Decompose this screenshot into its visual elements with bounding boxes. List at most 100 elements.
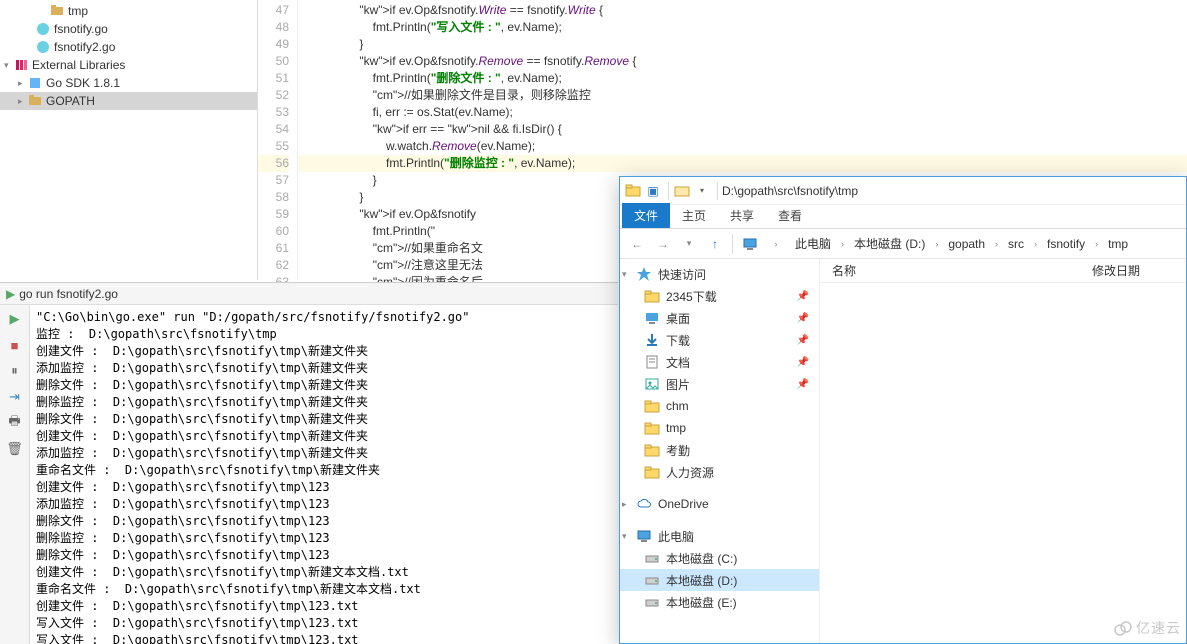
nav-icon [644,594,660,610]
nav-label: tmp [666,421,686,435]
code-line[interactable]: fmt.Println("删除监控 : ", ev.Name); [298,155,1187,172]
nav-icon [644,332,660,348]
navpane-item[interactable]: chm [620,395,819,417]
nav-icon [644,550,660,566]
navpane-item[interactable]: 本地磁盘 (C:) [620,547,819,569]
chevron-right-icon[interactable]: › [931,237,942,251]
console-output[interactable]: "C:\Go\bin\go.exe" run "D:/gopath/src/fs… [30,305,618,644]
pin-icon: 📌 [797,291,809,302]
nav-icon [636,266,652,282]
nav-label: 人力资源 [666,464,714,481]
pin-icon: 📌 [797,313,809,324]
tree-item-go-sdk-1-8-1[interactable]: ▸Go SDK 1.8.1 [0,74,257,92]
export-button[interactable]: ⇥ [5,387,25,407]
navpane-item[interactable]: 本地磁盘 (E:) [620,591,819,613]
code-line[interactable]: fmt.Println("删除文件 : ", ev.Name); [298,70,1187,87]
nav-label: 本地磁盘 (E:) [666,594,737,611]
ribbon-tab-0[interactable]: 文件 [622,203,670,228]
project-tree: tmpfsnotify.go fsnotify2.go ▾External Libr… [0,0,258,280]
navpane-item[interactable]: 本地磁盘 (D:) [620,569,819,591]
nav-label: 快速访问 [658,266,706,283]
chevron-right-icon[interactable]: › [991,237,1002,251]
delete-button[interactable]: 🗑 [5,439,25,459]
nav-label: 考勤 [666,442,690,459]
run-tab[interactable]: ▶ go run fsnotify2.go [0,283,618,305]
breadcrumb[interactable]: 此电脑›本地磁盘 (D:)›gopath›src›fsnotify›tmp [791,233,1132,254]
forward-button[interactable]: → [652,233,674,255]
navpane-item[interactable]: 考勤 [620,439,819,461]
nav-label: 本地磁盘 (C:) [666,550,737,567]
print-button[interactable]: 🖶 [5,413,25,433]
nav-icon [644,442,660,458]
pin-icon: 📌 [797,357,809,368]
crumb-segment[interactable]: tmp [1104,235,1132,253]
ribbon-tab-1[interactable]: 主页 [670,203,718,228]
chevron-right-icon[interactable]: › [1091,237,1102,251]
navpane-item[interactable]: ▾快速访问 [620,263,819,285]
tree-label: fsnotify2.go [54,40,115,54]
nav-icon [644,376,660,392]
nav-icon [644,464,660,480]
explorer-content[interactable]: 名称 修改日期 [820,259,1186,643]
explorer-path: D:\gopath\src\fsnotify\tmp [722,184,858,198]
column-name[interactable]: 名称 [820,262,1080,279]
code-line[interactable]: fi, err := os.Stat(ev.Name); [298,104,1187,121]
stop-button[interactable]: ■ [5,335,25,355]
code-line[interactable]: "cm">//如果删除文件是目录，则移除监控 [298,87,1187,104]
recent-dropdown-icon[interactable]: ▾ [678,233,700,255]
nav-icon [636,528,652,544]
watermark: 亿速云 [1114,618,1181,638]
navpane-item[interactable]: ▾此电脑 [620,525,819,547]
code-line[interactable]: "kw">if ev.Op&fsnotify.Write == fsnotify… [298,2,1187,19]
code-line[interactable]: w.watch.Remove(ev.Name); [298,138,1187,155]
code-line[interactable]: fmt.Println("写入文件 : ", ev.Name); [298,19,1187,36]
chevron-right-icon[interactable]: › [1030,237,1041,251]
nav-label: 下载 [666,332,690,349]
navpane-item[interactable]: 文档📌 [620,351,819,373]
nav-icon [644,398,660,414]
tree-item-fsnotify2-go[interactable]: fsnotify2.go [0,38,257,56]
column-date[interactable]: 修改日期 [1080,262,1186,279]
navpane-item[interactable]: 人力资源 [620,461,819,483]
tree-item-fsnotify-go[interactable]: fsnotify.go [0,20,257,38]
navpane-item[interactable]: ▸OneDrive [620,493,819,515]
code-line[interactable]: "kw">if ev.Op&fsnotify.Remove == fsnotif… [298,53,1187,70]
ribbon-tab-3[interactable]: 查看 [766,203,814,228]
navpane-item[interactable]: tmp [620,417,819,439]
chevron-right-icon[interactable]: › [837,237,848,251]
new-folder-icon[interactable] [673,182,691,200]
tree-item-external-libraries[interactable]: ▾External Libraries [0,56,257,74]
tree-item-gopath-fsnotify-[interactable]: ▸GOPATH [0,92,257,110]
explorer-titlebar[interactable]: ▣ ▾ D:\gopath\src\fsnotify\tmp [620,177,1186,205]
tree-label: External Libraries [32,58,125,72]
pause-button[interactable]: ⏸ [5,361,25,381]
nav-icon [644,572,660,588]
properties-icon[interactable]: ▣ [644,182,662,200]
rerun-button[interactable]: ▶ [5,309,25,329]
navpane-item[interactable]: 桌面📌 [620,307,819,329]
tree-label: GOPATH [46,94,95,108]
crumb-segment[interactable]: fsnotify [1043,235,1089,253]
run-tab-label: go run fsnotify2.go [19,287,118,301]
navpane-item[interactable]: 下载📌 [620,329,819,351]
navpane-item[interactable]: 2345下载 📌 [620,285,819,307]
code-line[interactable]: "kw">if err == "kw">nil && fi.IsDir() { [298,121,1187,138]
pin-icon: 📌 [797,379,809,390]
navpane-item[interactable]: 图片📌 [620,373,819,395]
crumb-segment[interactable]: src [1004,235,1028,253]
crumb-segment[interactable]: 此电脑 [791,233,835,254]
up-button[interactable]: ↑ [704,233,726,255]
line-gutter: 4748495051525354555657585960616263 [258,0,298,280]
crumb-chevron-icon[interactable]: › [765,233,787,255]
crumb-segment[interactable]: 本地磁盘 (D:) [850,233,929,254]
code-line[interactable]: } [298,36,1187,53]
back-button[interactable]: ← [626,233,648,255]
titlebar-dropdown-icon[interactable]: ▾ [693,182,711,200]
tree-item-tmp[interactable]: tmp [0,2,257,20]
nav-label: 本地磁盘 (D:) [666,572,737,589]
ribbon-tab-2[interactable]: 共享 [718,203,766,228]
column-header[interactable]: 名称 修改日期 [820,259,1186,283]
crumb-segment[interactable]: gopath [944,235,989,253]
pc-icon[interactable] [739,233,761,255]
nav-label: 2345下载 [666,288,717,305]
